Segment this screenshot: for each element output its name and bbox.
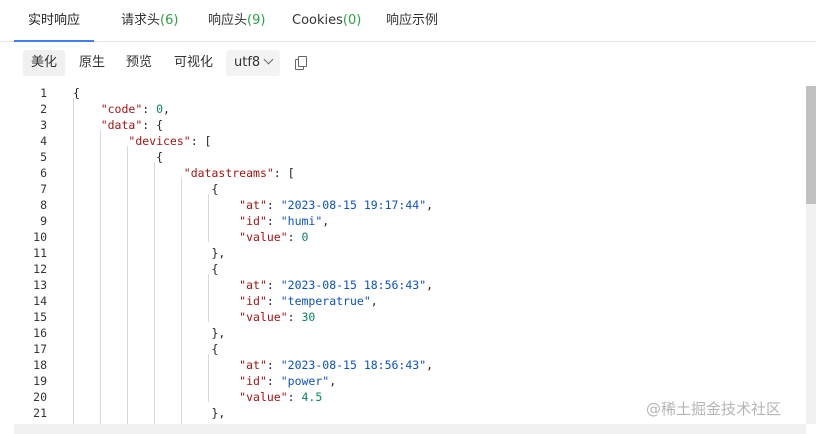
code-line: 14 "id": "temperatrue",: [14, 293, 806, 309]
tab-request-headers[interactable]: 请求头(6): [121, 0, 178, 42]
code-line: 2 "code": 0,: [14, 101, 806, 117]
code-text: "datastreams": [: [183, 166, 295, 180]
code-line: 7 {: [14, 181, 806, 197]
tab-label: 响应示例: [386, 13, 439, 28]
line-number: 13: [33, 278, 47, 292]
raw-button[interactable]: 原生: [71, 50, 113, 76]
code-line: 6 "datastreams": [: [14, 165, 806, 181]
tab-label: 请求头: [121, 13, 161, 28]
response-tabs: 实时响应 请求头(6) 响应头(9) Cookies(0) 响应示例: [0, 0, 816, 42]
line-number: 9: [40, 214, 47, 228]
encoding-select[interactable]: utf8: [226, 50, 281, 76]
code-text: "value": 0: [239, 230, 309, 244]
watermark: @稀土掘金技术社区: [646, 400, 782, 418]
code-line: 17 {: [14, 341, 806, 357]
code-text: },: [73, 326, 226, 340]
code-line: 18 "at": "2023-08-15 18:56:43",: [14, 357, 806, 373]
line-number: 19: [33, 374, 47, 388]
line-number: 12: [33, 262, 47, 276]
tab-response-example[interactable]: 响应示例: [386, 0, 438, 42]
code-line: 9 "id": "humi",: [14, 213, 806, 229]
line-number: 15: [33, 310, 47, 324]
tab-response-headers[interactable]: 响应头(9): [208, 0, 265, 42]
line-number: 7: [40, 182, 47, 196]
horizontal-scrollbar[interactable]: [14, 424, 806, 434]
tab-count: (6): [160, 13, 179, 28]
vertical-scrollbar-thumb[interactable]: [806, 86, 816, 204]
line-number: 4: [40, 134, 47, 148]
line-number: 2: [40, 102, 47, 116]
code-text: {: [73, 342, 219, 356]
code-text: "value": 30: [239, 310, 316, 324]
code-line: 13 "at": "2023-08-15 18:56:43",: [14, 277, 806, 293]
code-line: 4 "devices": [: [14, 133, 806, 149]
code-line: 5 {: [14, 149, 806, 165]
code-text: "devices": [: [128, 134, 212, 148]
line-number: 21: [33, 406, 47, 420]
code-line: 10 "value": 0: [14, 229, 806, 245]
code-text: "code": 0,: [100, 102, 170, 116]
code-text: "at": "2023-08-15 18:56:43",: [239, 278, 434, 292]
code-line: 8 "at": "2023-08-15 19:17:44",: [14, 197, 806, 213]
code-text: {: [73, 86, 80, 100]
chevron-down-icon: [263, 54, 274, 65]
code-editor[interactable]: 1{2 "code": 0, 3 "data": {4 "devices": [5…: [14, 84, 816, 424]
code-line: 15 "value": 30: [14, 309, 806, 325]
line-number: 14: [33, 294, 47, 308]
code-text: "at": "2023-08-15 19:17:44",: [239, 198, 434, 212]
beautify-button[interactable]: 美化: [23, 50, 66, 76]
code-text: "at": "2023-08-15 18:56:43",: [239, 358, 434, 372]
code-text: {: [73, 150, 164, 164]
tab-label: 响应头: [208, 13, 248, 28]
line-number: 1: [40, 86, 47, 100]
line-number: 17: [33, 342, 47, 356]
line-number: 18: [33, 358, 47, 372]
code-text: "id": "humi",: [239, 214, 330, 228]
line-number: 3: [40, 118, 47, 132]
tab-count: (0): [342, 13, 362, 28]
code-text: {: [73, 182, 219, 196]
tab-count: (9): [247, 13, 266, 28]
code-line: 19 "id": "power",: [14, 373, 806, 389]
code-text: {: [73, 262, 219, 276]
code-text: "id": "power",: [239, 374, 337, 388]
code-line: 16 },: [14, 325, 806, 341]
line-number: 11: [33, 246, 47, 260]
code-line: 1{: [14, 85, 806, 101]
preview-button[interactable]: 预览: [118, 50, 160, 76]
view-toolbar: 美化 原生 预览 可视化 utf8: [0, 42, 816, 84]
code-line: 11 },: [14, 245, 806, 261]
code-line: 12 {: [14, 261, 806, 277]
encoding-value: utf8: [234, 55, 261, 70]
line-number: 20: [33, 390, 47, 404]
tab-realtime-response[interactable]: 实时响应: [28, 0, 80, 42]
tab-cookies[interactable]: Cookies(0): [292, 0, 361, 42]
line-number: 8: [40, 198, 47, 212]
visualize-button[interactable]: 可视化: [166, 50, 221, 76]
line-number: 5: [40, 150, 47, 164]
code-text: "data": {: [100, 118, 164, 132]
code-text: "value": 4.5: [239, 390, 323, 404]
line-number: 6: [40, 166, 47, 180]
line-number: 10: [33, 230, 47, 244]
code-text: "id": "temperatrue",: [239, 294, 378, 308]
line-number: 16: [33, 326, 47, 340]
copy-icon[interactable]: [295, 56, 307, 70]
tab-label: Cookies: [292, 13, 343, 28]
code-text: },: [73, 246, 226, 260]
code-line: 3 "data": {: [14, 117, 806, 133]
tab-label: 实时响应: [28, 13, 81, 28]
code-text: },: [73, 406, 226, 420]
